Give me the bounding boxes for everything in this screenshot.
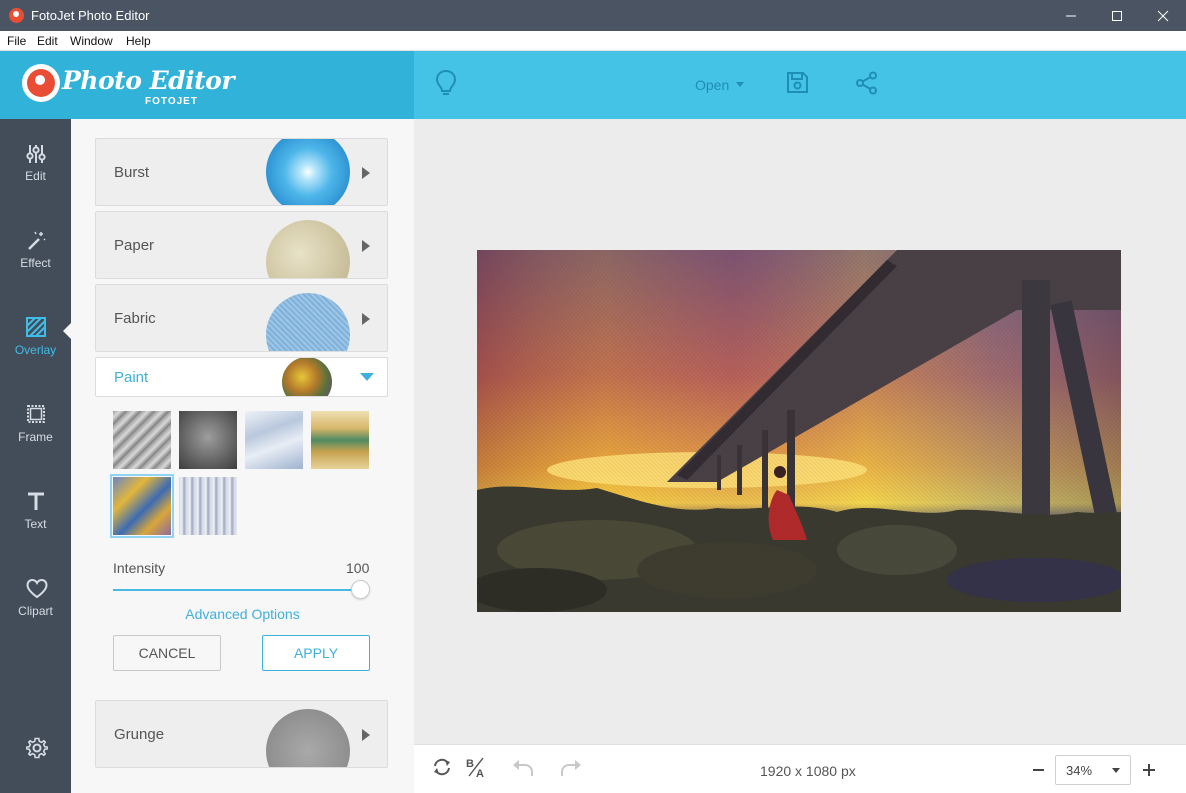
- editor-canvas: [414, 119, 1186, 744]
- lightbulb-icon[interactable]: [435, 69, 457, 97]
- menu-help[interactable]: Help: [126, 34, 151, 48]
- magic-wand-icon: [28, 231, 46, 250]
- paint-texture-5[interactable]: [110, 474, 174, 538]
- minimize-icon: [1066, 15, 1076, 17]
- chevron-right-icon: [362, 313, 370, 325]
- zoom-select[interactable]: 34%: [1055, 755, 1131, 785]
- edited-photo[interactable]: [477, 250, 1121, 612]
- rail-item-clipart[interactable]: Clipart: [0, 578, 71, 640]
- category-card-burst[interactable]: Burst: [95, 138, 388, 206]
- bottom-status-bar: B A 1920 x 1080 px 34%: [414, 744, 1186, 793]
- cancel-button[interactable]: CANCEL: [113, 635, 221, 671]
- menu-bar: File Edit Window Help: [0, 31, 1186, 51]
- paint-texture-3[interactable]: [245, 411, 303, 469]
- gear-icon[interactable]: [26, 737, 48, 759]
- active-tab-pointer: [63, 322, 72, 340]
- advanced-options-link[interactable]: Advanced Options: [71, 606, 414, 622]
- logo-text: Photo Editor: [62, 66, 235, 95]
- overlay-panel: Burst Paper Fabric Paint Intensity 100 A…: [71, 119, 414, 793]
- rail-label-edit: Edit: [25, 169, 46, 183]
- zoom-value: 34%: [1066, 763, 1093, 778]
- zoom-out-icon[interactable]: [1033, 769, 1044, 771]
- fotojet-logo-icon: [22, 64, 60, 102]
- chevron-down-icon: [1112, 768, 1120, 773]
- paint-texture-6[interactable]: [179, 477, 237, 535]
- intensity-value: 100: [346, 560, 370, 576]
- category-card-paint[interactable]: Paint: [95, 357, 388, 397]
- chevron-right-icon: [362, 167, 370, 179]
- paint-texture-2[interactable]: [179, 411, 237, 469]
- svg-text:B: B: [466, 758, 474, 770]
- open-menu-button[interactable]: Open: [695, 77, 729, 93]
- intensity-slider-thumb[interactable]: [351, 580, 370, 599]
- paint-texture-4[interactable]: [311, 411, 369, 469]
- window-title: FotoJet Photo Editor: [31, 8, 150, 23]
- rail-item-text[interactable]: Text: [0, 491, 71, 553]
- maximize-button[interactable]: [1094, 0, 1140, 31]
- rail-label-overlay: Overlay: [14, 343, 57, 357]
- chevron-down-icon: [360, 373, 374, 381]
- rail-item-frame[interactable]: Frame: [0, 404, 71, 466]
- heart-icon: [26, 578, 48, 599]
- title-bar: FotoJet Photo Editor: [0, 0, 1186, 31]
- text-icon: [28, 492, 44, 510]
- rail-item-edit[interactable]: Edit: [0, 143, 71, 205]
- compare-icon[interactable]: B A: [465, 756, 487, 778]
- grunge-thumbnail: [266, 709, 350, 767]
- image-dimensions: 1920 x 1080 px: [760, 763, 856, 779]
- rail-label-clipart: Clipart: [18, 604, 53, 618]
- chevron-right-icon: [362, 729, 370, 741]
- left-navigation-rail: Edit Effect Overlay Frame Text Clipart: [0, 119, 71, 793]
- category-label: Grunge: [114, 726, 165, 743]
- minimize-button[interactable]: [1048, 0, 1094, 31]
- chevron-down-icon: [736, 82, 744, 87]
- category-card-paper[interactable]: Paper: [95, 211, 388, 279]
- category-card-grunge[interactable]: Grunge: [95, 700, 388, 768]
- top-toolbar: Open: [414, 51, 1186, 119]
- category-label: Fabric: [114, 310, 156, 327]
- logo-subtext: FOTOJET: [145, 96, 198, 107]
- save-icon[interactable]: [786, 71, 809, 94]
- rail-item-overlay[interactable]: Overlay: [0, 317, 71, 379]
- undo-icon[interactable]: [512, 760, 534, 778]
- rail-item-effect[interactable]: Effect: [0, 230, 71, 292]
- rail-label-text: Text: [24, 517, 47, 531]
- intensity-slider-track[interactable]: [113, 589, 361, 591]
- category-card-fabric[interactable]: Fabric: [95, 284, 388, 352]
- zoom-in-icon-vertical[interactable]: [1148, 764, 1150, 776]
- rail-label-effect: Effect: [20, 256, 51, 270]
- apply-button[interactable]: APPLY: [262, 635, 370, 671]
- paper-thumbnail: [266, 220, 350, 278]
- paint-thumbnail: [282, 358, 332, 396]
- fabric-thumbnail: [266, 293, 350, 351]
- category-label: Burst: [114, 164, 150, 181]
- logo-area: Photo Editor FOTOJET: [0, 51, 414, 119]
- frame-icon: [27, 405, 45, 423]
- rotate-icon[interactable]: [432, 757, 452, 777]
- category-label: Paint: [114, 369, 149, 386]
- close-button[interactable]: [1140, 0, 1186, 31]
- fotojet-app-icon: [9, 8, 24, 23]
- chevron-right-icon: [362, 240, 370, 252]
- menu-edit[interactable]: Edit: [37, 34, 58, 48]
- burst-thumbnail: [266, 139, 350, 205]
- share-icon[interactable]: [855, 71, 879, 95]
- menu-window[interactable]: Window: [70, 34, 113, 48]
- rail-label-frame: Frame: [18, 430, 53, 444]
- maximize-icon: [1112, 11, 1122, 21]
- sliders-icon: [26, 145, 46, 163]
- overlay-icon: [26, 317, 46, 337]
- category-label: Paper: [114, 237, 155, 254]
- svg-text:A: A: [476, 768, 484, 778]
- redo-icon[interactable]: [560, 760, 582, 778]
- close-icon: [1157, 10, 1169, 22]
- paint-texture-1[interactable]: [113, 411, 171, 469]
- intensity-label: Intensity: [113, 560, 166, 576]
- menu-file[interactable]: File: [7, 34, 26, 48]
